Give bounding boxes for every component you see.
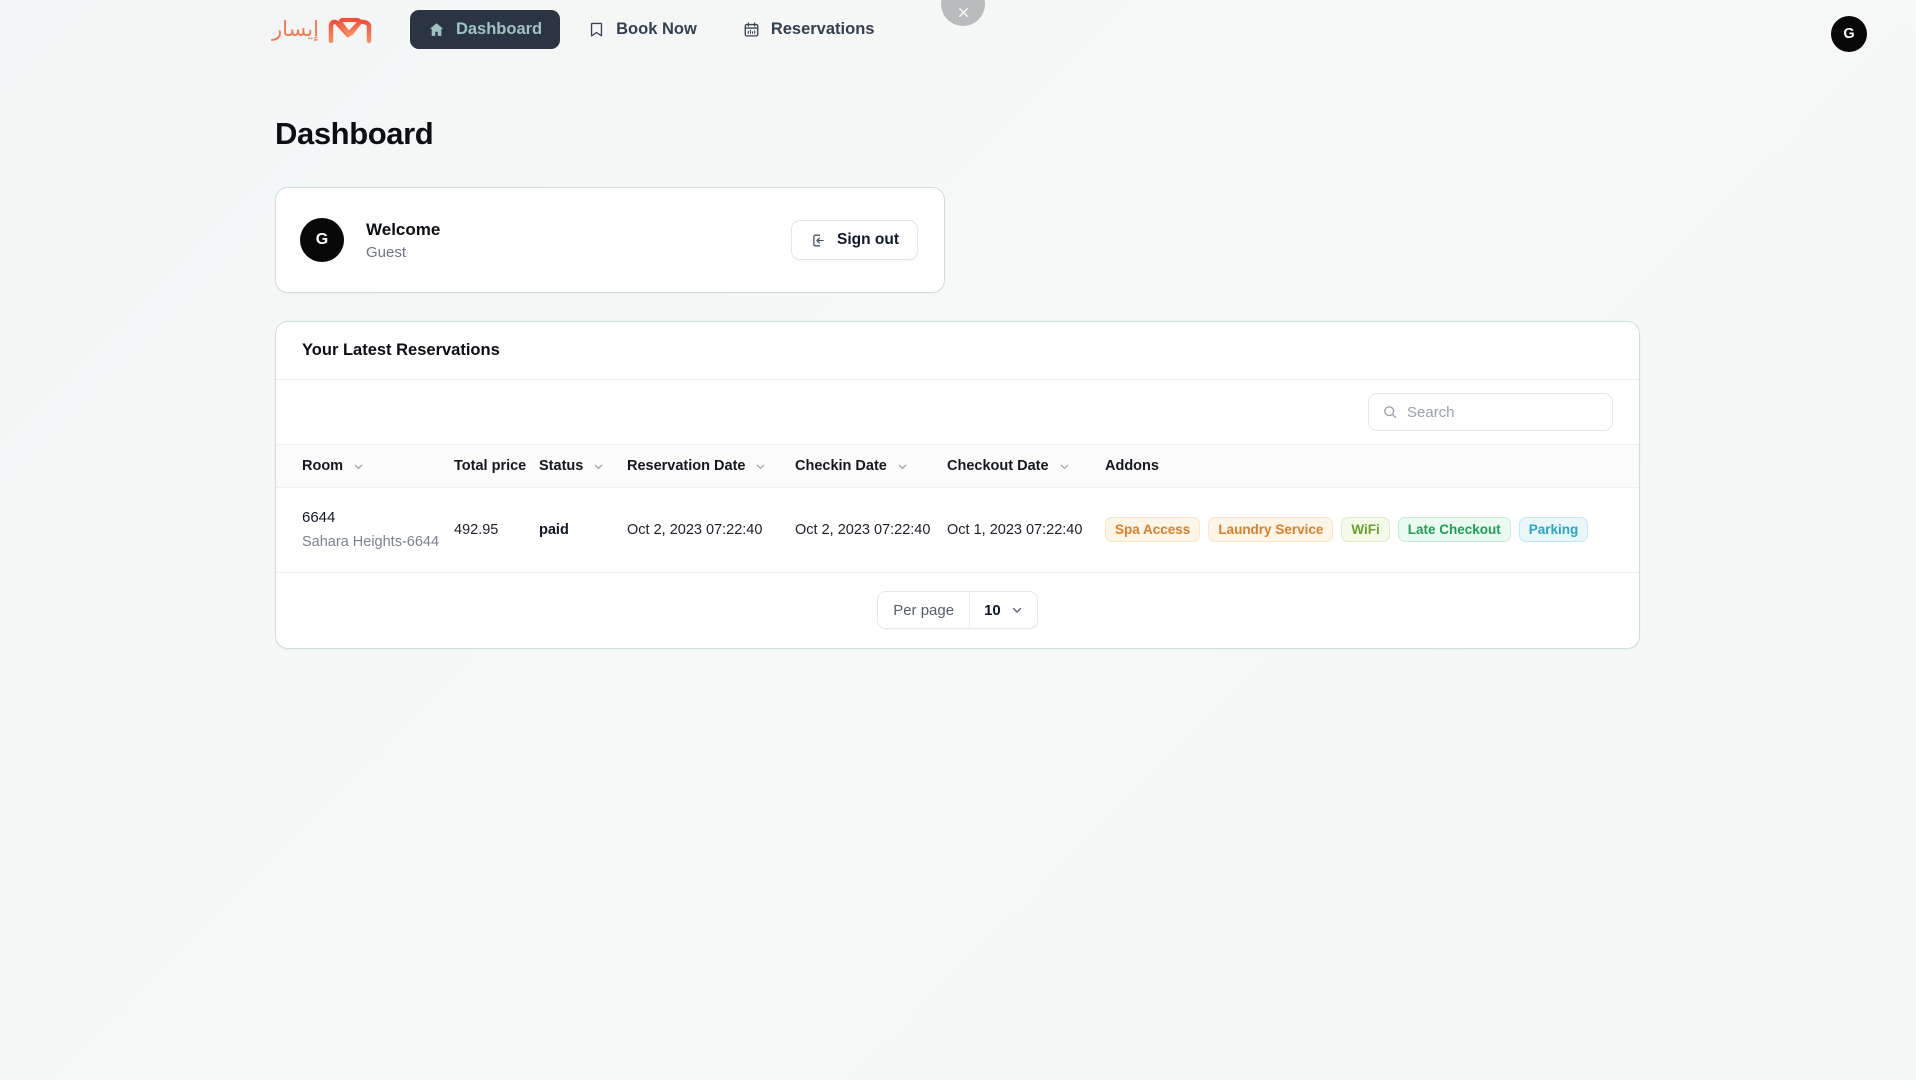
chevron-down-icon <box>352 460 365 473</box>
search-box[interactable] <box>1368 393 1613 431</box>
column-header-checkout-date-label: Checkout Date <box>947 458 1049 474</box>
welcome-text-group: Welcome Guest <box>366 219 440 261</box>
page-title: Dashboard <box>275 116 1916 152</box>
welcome-card: G Welcome Guest Sign out <box>275 187 945 293</box>
cell-total-price: 492.95 <box>454 488 539 573</box>
column-header-status-label: Status <box>539 458 583 474</box>
sign-out-icon <box>810 232 827 249</box>
table-body: 6644 Sahara Heights-6644 492.95 paid Oct… <box>276 488 1639 573</box>
cell-checkout-date: Oct 1, 2023 07:22:40 <box>947 488 1105 573</box>
home-icon <box>428 21 445 38</box>
addon-badge[interactable]: Late Checkout <box>1398 517 1511 542</box>
per-page-value: 10 <box>984 602 1001 619</box>
column-header-total-price-label: Total price <box>454 458 526 474</box>
welcome-title: Welcome <box>366 219 440 241</box>
user-avatar-initial: G <box>1843 26 1854 42</box>
addon-badge[interactable]: Laundry Service <box>1208 517 1333 542</box>
cell-reservation-date: Oct 2, 2023 07:22:40 <box>627 488 795 573</box>
table-toolbar <box>276 380 1639 444</box>
bookmark-icon <box>588 21 605 38</box>
chevron-down-icon <box>1058 460 1071 473</box>
column-header-checkin-date-label: Checkin Date <box>795 458 887 474</box>
table-footer: Per page 10 <box>276 573 1639 648</box>
column-header-reservation-date-label: Reservation Date <box>627 458 745 474</box>
column-header-status[interactable]: Status <box>539 445 627 488</box>
addons-badge-list: Spa Access Laundry Service WiFi Late Checko… <box>1105 517 1639 542</box>
sign-out-button[interactable]: Sign out <box>791 220 918 260</box>
reservations-table: Room Total price Status <box>276 444 1639 573</box>
column-header-addons-label: Addons <box>1105 458 1159 474</box>
search-input[interactable] <box>1407 404 1599 421</box>
column-header-addons: Addons <box>1105 445 1639 488</box>
nav-item-dashboard-label: Dashboard <box>456 20 542 39</box>
addon-badge[interactable]: Spa Access <box>1105 517 1200 542</box>
per-page-control: Per page 10 <box>877 591 1038 629</box>
calendar-icon <box>743 21 760 38</box>
table-header-row: Room Total price Status <box>276 445 1639 488</box>
table-header: Room Total price Status <box>276 445 1639 488</box>
per-page-select[interactable]: 10 <box>969 592 1037 628</box>
column-header-total-price: Total price <box>454 445 539 488</box>
search-icon <box>1382 404 1398 420</box>
envelope-logo-icon <box>328 14 372 44</box>
sign-out-label: Sign out <box>837 231 899 249</box>
main-content: Dashboard G Welcome Guest Sign out Your … <box>0 116 1916 649</box>
room-name: Sahara Heights-6644 <box>302 532 454 553</box>
brand-logo[interactable]: إيسار <box>272 14 372 44</box>
close-icon <box>956 5 971 20</box>
welcome-avatar: G <box>300 218 344 262</box>
cell-addons: Spa Access Laundry Service WiFi Late Checko… <box>1105 488 1639 573</box>
cell-status: paid <box>539 488 627 573</box>
nav-item-reservations-label: Reservations <box>771 20 875 39</box>
chevron-down-icon <box>896 460 909 473</box>
cell-checkin-date: Oct 2, 2023 07:22:40 <box>795 488 947 573</box>
column-header-checkin-date[interactable]: Checkin Date <box>795 445 947 488</box>
table-row[interactable]: 6644 Sahara Heights-6644 492.95 paid Oct… <box>276 488 1639 573</box>
latest-reservations-title: Your Latest Reservations <box>276 322 1639 380</box>
nav-item-list: Dashboard Book Now Reservations <box>410 10 893 49</box>
chevron-down-icon <box>1010 603 1024 617</box>
user-avatar-top[interactable]: G <box>1831 16 1867 52</box>
column-header-reservation-date[interactable]: Reservation Date <box>627 445 795 488</box>
column-header-checkout-date[interactable]: Checkout Date <box>947 445 1105 488</box>
room-number: 6644 <box>302 507 454 529</box>
welcome-subtitle: Guest <box>366 244 440 261</box>
per-page-label: Per page <box>878 592 969 628</box>
nav-item-book-now-label: Book Now <box>616 20 697 39</box>
cell-room: 6644 Sahara Heights-6644 <box>276 488 454 573</box>
brand-wordmark: إيسار <box>272 19 319 40</box>
addon-badge[interactable]: Parking <box>1519 517 1589 542</box>
column-header-room[interactable]: Room <box>276 445 454 488</box>
addon-badge[interactable]: WiFi <box>1341 517 1389 542</box>
nav-item-reservations[interactable]: Reservations <box>725 10 893 49</box>
latest-reservations-card: Your Latest Reservations Room <box>275 321 1640 649</box>
chevron-down-icon <box>592 460 605 473</box>
welcome-avatar-initial: G <box>316 231 328 249</box>
nav-item-dashboard[interactable]: Dashboard <box>410 10 560 49</box>
chevron-down-icon <box>754 460 767 473</box>
column-header-room-label: Room <box>302 458 343 474</box>
nav-item-book-now[interactable]: Book Now <box>570 10 715 49</box>
